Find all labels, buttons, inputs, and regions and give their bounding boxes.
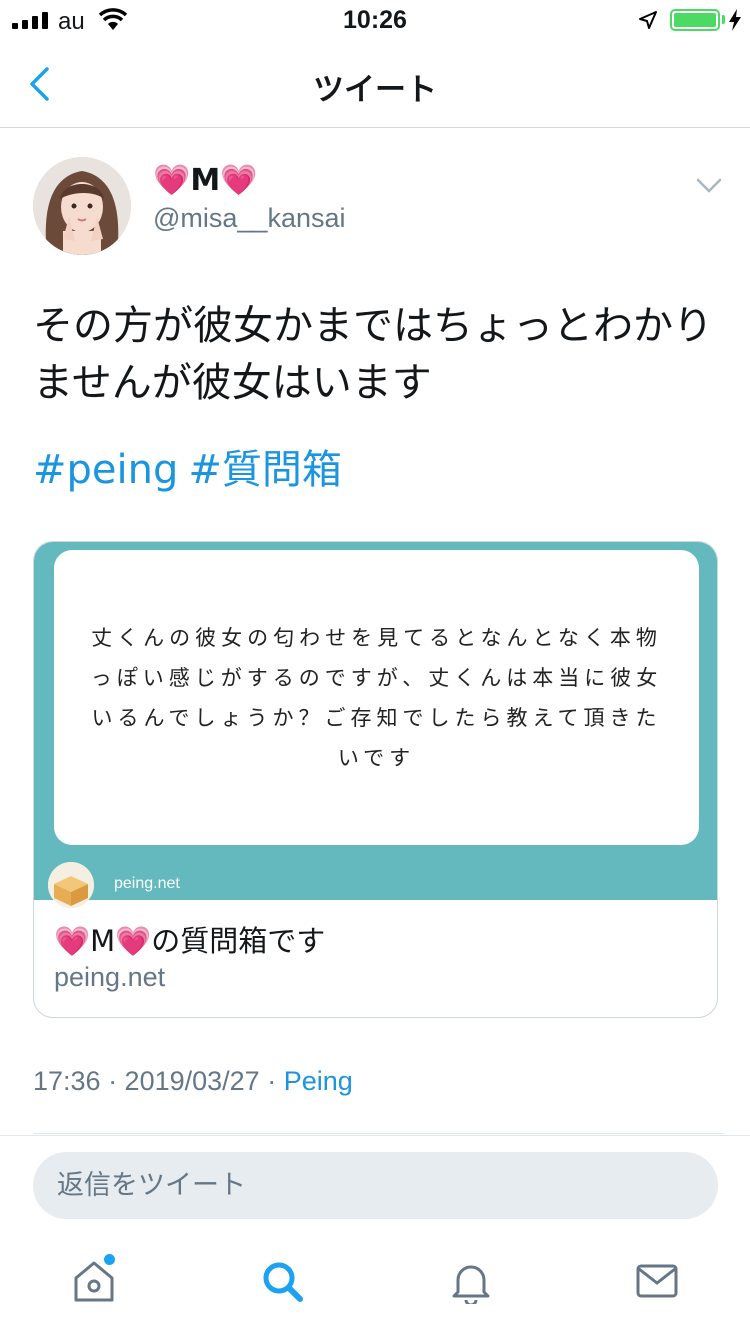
status-bar: au 10:26 <box>0 0 750 40</box>
tweet-meta: 17:36 · 2019/03/27 · Peing <box>33 1066 353 1097</box>
nav-bar: ツイート <box>0 40 750 128</box>
new-content-dot <box>104 1254 115 1265</box>
card-title: 💗M💗の質問箱です <box>54 924 326 958</box>
divider <box>33 1133 723 1134</box>
reply-input[interactable] <box>33 1152 718 1219</box>
messages-icon[interactable] <box>634 1258 680 1304</box>
divider <box>0 1135 750 1136</box>
peing-logo-icon <box>48 862 94 908</box>
chevron-down-icon[interactable] <box>696 177 722 195</box>
location-arrow-icon <box>639 11 657 29</box>
hashtags: #peing #質問箱 <box>33 442 352 498</box>
notifications-icon[interactable] <box>448 1258 494 1304</box>
hashtag-link[interactable]: #質問箱 <box>188 447 342 493</box>
card-image-site: peing.net <box>114 875 180 892</box>
avatar-image <box>33 157 131 255</box>
source-link[interactable]: Peing <box>284 1066 353 1096</box>
link-card[interactable]: 丈くんの彼女の匂わせを見てるとなんとなく本物っぽい感じがするのですが、丈くんは本… <box>33 541 718 1018</box>
battery-icon <box>670 9 720 31</box>
tweet-text: その方が彼女かまではちょっとわかりませんが彼女はいます <box>33 303 713 406</box>
timestamp: 17:36 · 2019/03/27 · <box>33 1066 284 1096</box>
user-handle[interactable]: @misa__kansai <box>153 203 346 234</box>
question-box: 丈くんの彼女の匂わせを見てるとなんとなく本物っぽい感じがするのですが、丈くんは本… <box>54 550 699 845</box>
search-icon[interactable] <box>259 1258 305 1304</box>
question-text: 丈くんの彼女の匂わせを見てるとなんとなく本物っぽい感じがするのですが、丈くんは本… <box>90 625 663 770</box>
charging-bolt-icon <box>729 9 741 31</box>
card-domain: peing.net <box>54 962 166 992</box>
avatar[interactable] <box>33 157 131 255</box>
hashtag-link[interactable]: #peing <box>33 447 178 493</box>
display-name[interactable]: 💗M💗 <box>153 163 258 198</box>
battery-tip <box>722 15 725 24</box>
page-title: ツイート <box>313 72 437 108</box>
card-image: 丈くんの彼女の匂わせを見てるとなんとなく本物っぽい感じがするのですが、丈くんは本… <box>34 542 717 908</box>
